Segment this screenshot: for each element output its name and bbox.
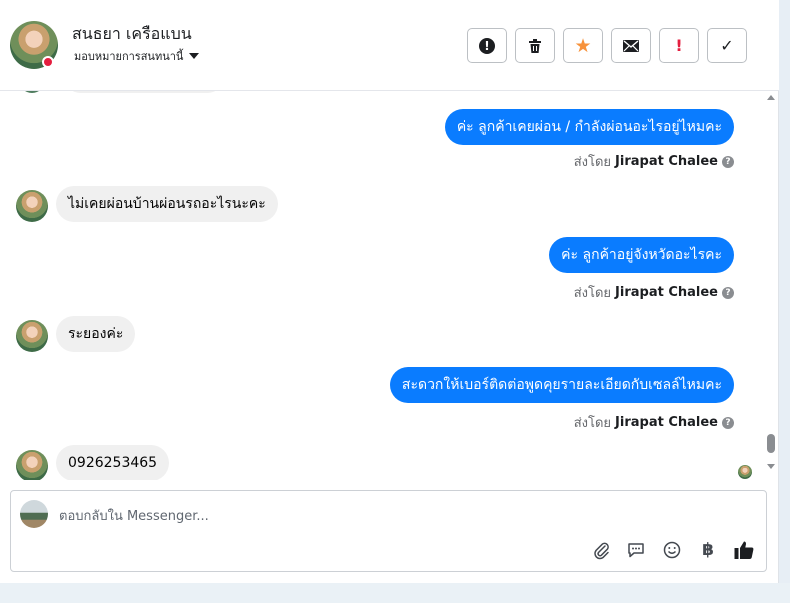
page-avatar (20, 500, 48, 528)
delete-button[interactable] (515, 28, 555, 63)
message-text: ไม่เคยผ่อนบ้านผ่อนรถอะไรนะคะ (68, 196, 266, 212)
chevron-down-icon (189, 53, 200, 59)
message-bubble (66, 91, 222, 93)
window-edge (779, 0, 790, 603)
sent-by-label: ส่งโดย (573, 155, 612, 170)
sender-name: Jirapat Chalee (615, 415, 718, 430)
mark-unread-button[interactable] (611, 28, 651, 63)
message-text: ค่ะ ลูกค้าอยู่จังหวัดอะไรคะ (561, 247, 722, 263)
sent-by-info: ส่งโดย Jirapat Chalee ? (574, 282, 734, 303)
thumbs-up-icon (734, 541, 754, 559)
contact-avatar-small (16, 320, 48, 352)
message-text: ระยองค่ะ (68, 326, 124, 342)
seen-indicator-avatar (738, 465, 752, 479)
reply-composer: ฿ (10, 490, 767, 572)
trash-icon (529, 38, 541, 53)
sent-by-label: ส่งโดย (573, 286, 612, 301)
paperclip-icon (594, 542, 609, 560)
assign-label: มอบหมายการสนทนานี้ (74, 50, 184, 63)
sender-name: Jirapat Chalee (615, 154, 718, 169)
scroll-up-icon[interactable] (767, 95, 775, 100)
message-text: 0926253465 (68, 455, 158, 471)
sent-by-info: ส่งโดย Jirapat Chalee ? (574, 151, 734, 172)
outgoing-message[interactable]: สะดวกให้เบอร์ติดต่อพูดคุยรายละเอียดกับเซ… (389, 367, 734, 403)
paperclip-icon[interactable] (590, 539, 612, 561)
spam-button[interactable]: ! (467, 28, 507, 63)
outgoing-message[interactable]: ค่ะ ลูกค้าเคยผ่อน / กำลังผ่อนอะไรอยู่ไหม… (444, 109, 734, 145)
incoming-message[interactable]: 0926253465 (56, 445, 170, 480)
message-text: สะดวกให้เบอร์ติดต่อพูดคุยรายละเอียดกับเซ… (401, 377, 722, 393)
incoming-message[interactable]: ไม่เคยผ่อนบ้านผ่อนรถอะไรนะคะ (56, 186, 278, 222)
help-icon[interactable]: ? (722, 416, 734, 429)
scrollbar[interactable] (764, 91, 778, 480)
reply-input[interactable] (59, 507, 749, 525)
baht-icon[interactable]: ฿ (697, 539, 719, 561)
scroll-down-icon[interactable] (767, 464, 775, 469)
star-icon: ★ (574, 34, 592, 57)
conversation-header: สนธยา เครือแบน มอบหมายการสนทนานี้ ! ★ ! … (0, 0, 779, 91)
sent-by-label: ส่งโดย (573, 416, 612, 431)
conversation-panel: สนธยา เครือแบน มอบหมายการสนทนานี้ ! ★ ! … (0, 0, 779, 583)
outgoing-message[interactable]: ค่ะ ลูกค้าอยู่จังหวัดอะไรคะ (549, 237, 734, 273)
message-text: ค่ะ ลูกค้าเคยผ่อน / กำลังผ่อนอะไรอยู่ไหม… (456, 119, 722, 135)
status-badge (42, 56, 54, 68)
important-button[interactable]: ! (659, 28, 699, 63)
alert-circle-icon: ! (479, 37, 495, 54)
sent-by-info: ส่งโดย Jirapat Chalee ? (574, 412, 734, 433)
emoji-icon (663, 541, 681, 559)
sender-name: Jirapat Chalee (615, 285, 718, 300)
chat-bubble-icon[interactable] (625, 539, 647, 561)
envelope-icon (623, 39, 639, 52)
scrollbar-thumb[interactable] (767, 434, 775, 453)
message-list[interactable]: ค่ะ ลูกค้าเคยผ่อน / กำลังผ่อนอะไรอยู่ไหม… (0, 91, 764, 480)
help-icon[interactable]: ? (722, 155, 734, 168)
avatar (19, 91, 45, 93)
chat-bubble-icon (628, 543, 644, 558)
contact-avatar-small (16, 450, 48, 480)
star-button[interactable]: ★ (563, 28, 603, 63)
emoji-icon[interactable] (661, 539, 683, 561)
window-edge-bottom (0, 583, 790, 603)
incoming-message[interactable]: ระยองค่ะ (56, 316, 136, 352)
exclamation-icon: ! (675, 36, 683, 55)
contact-name[interactable]: สนธยา เครือแบน (72, 22, 192, 47)
done-button[interactable]: ✓ (707, 28, 747, 63)
check-icon: ✓ (720, 36, 734, 55)
assign-conversation-dropdown[interactable]: มอบหมายการสนทนานี้ (74, 47, 200, 65)
contact-avatar-small (16, 190, 48, 222)
help-icon[interactable]: ? (722, 286, 734, 299)
thumbs-up-icon[interactable] (733, 539, 755, 561)
